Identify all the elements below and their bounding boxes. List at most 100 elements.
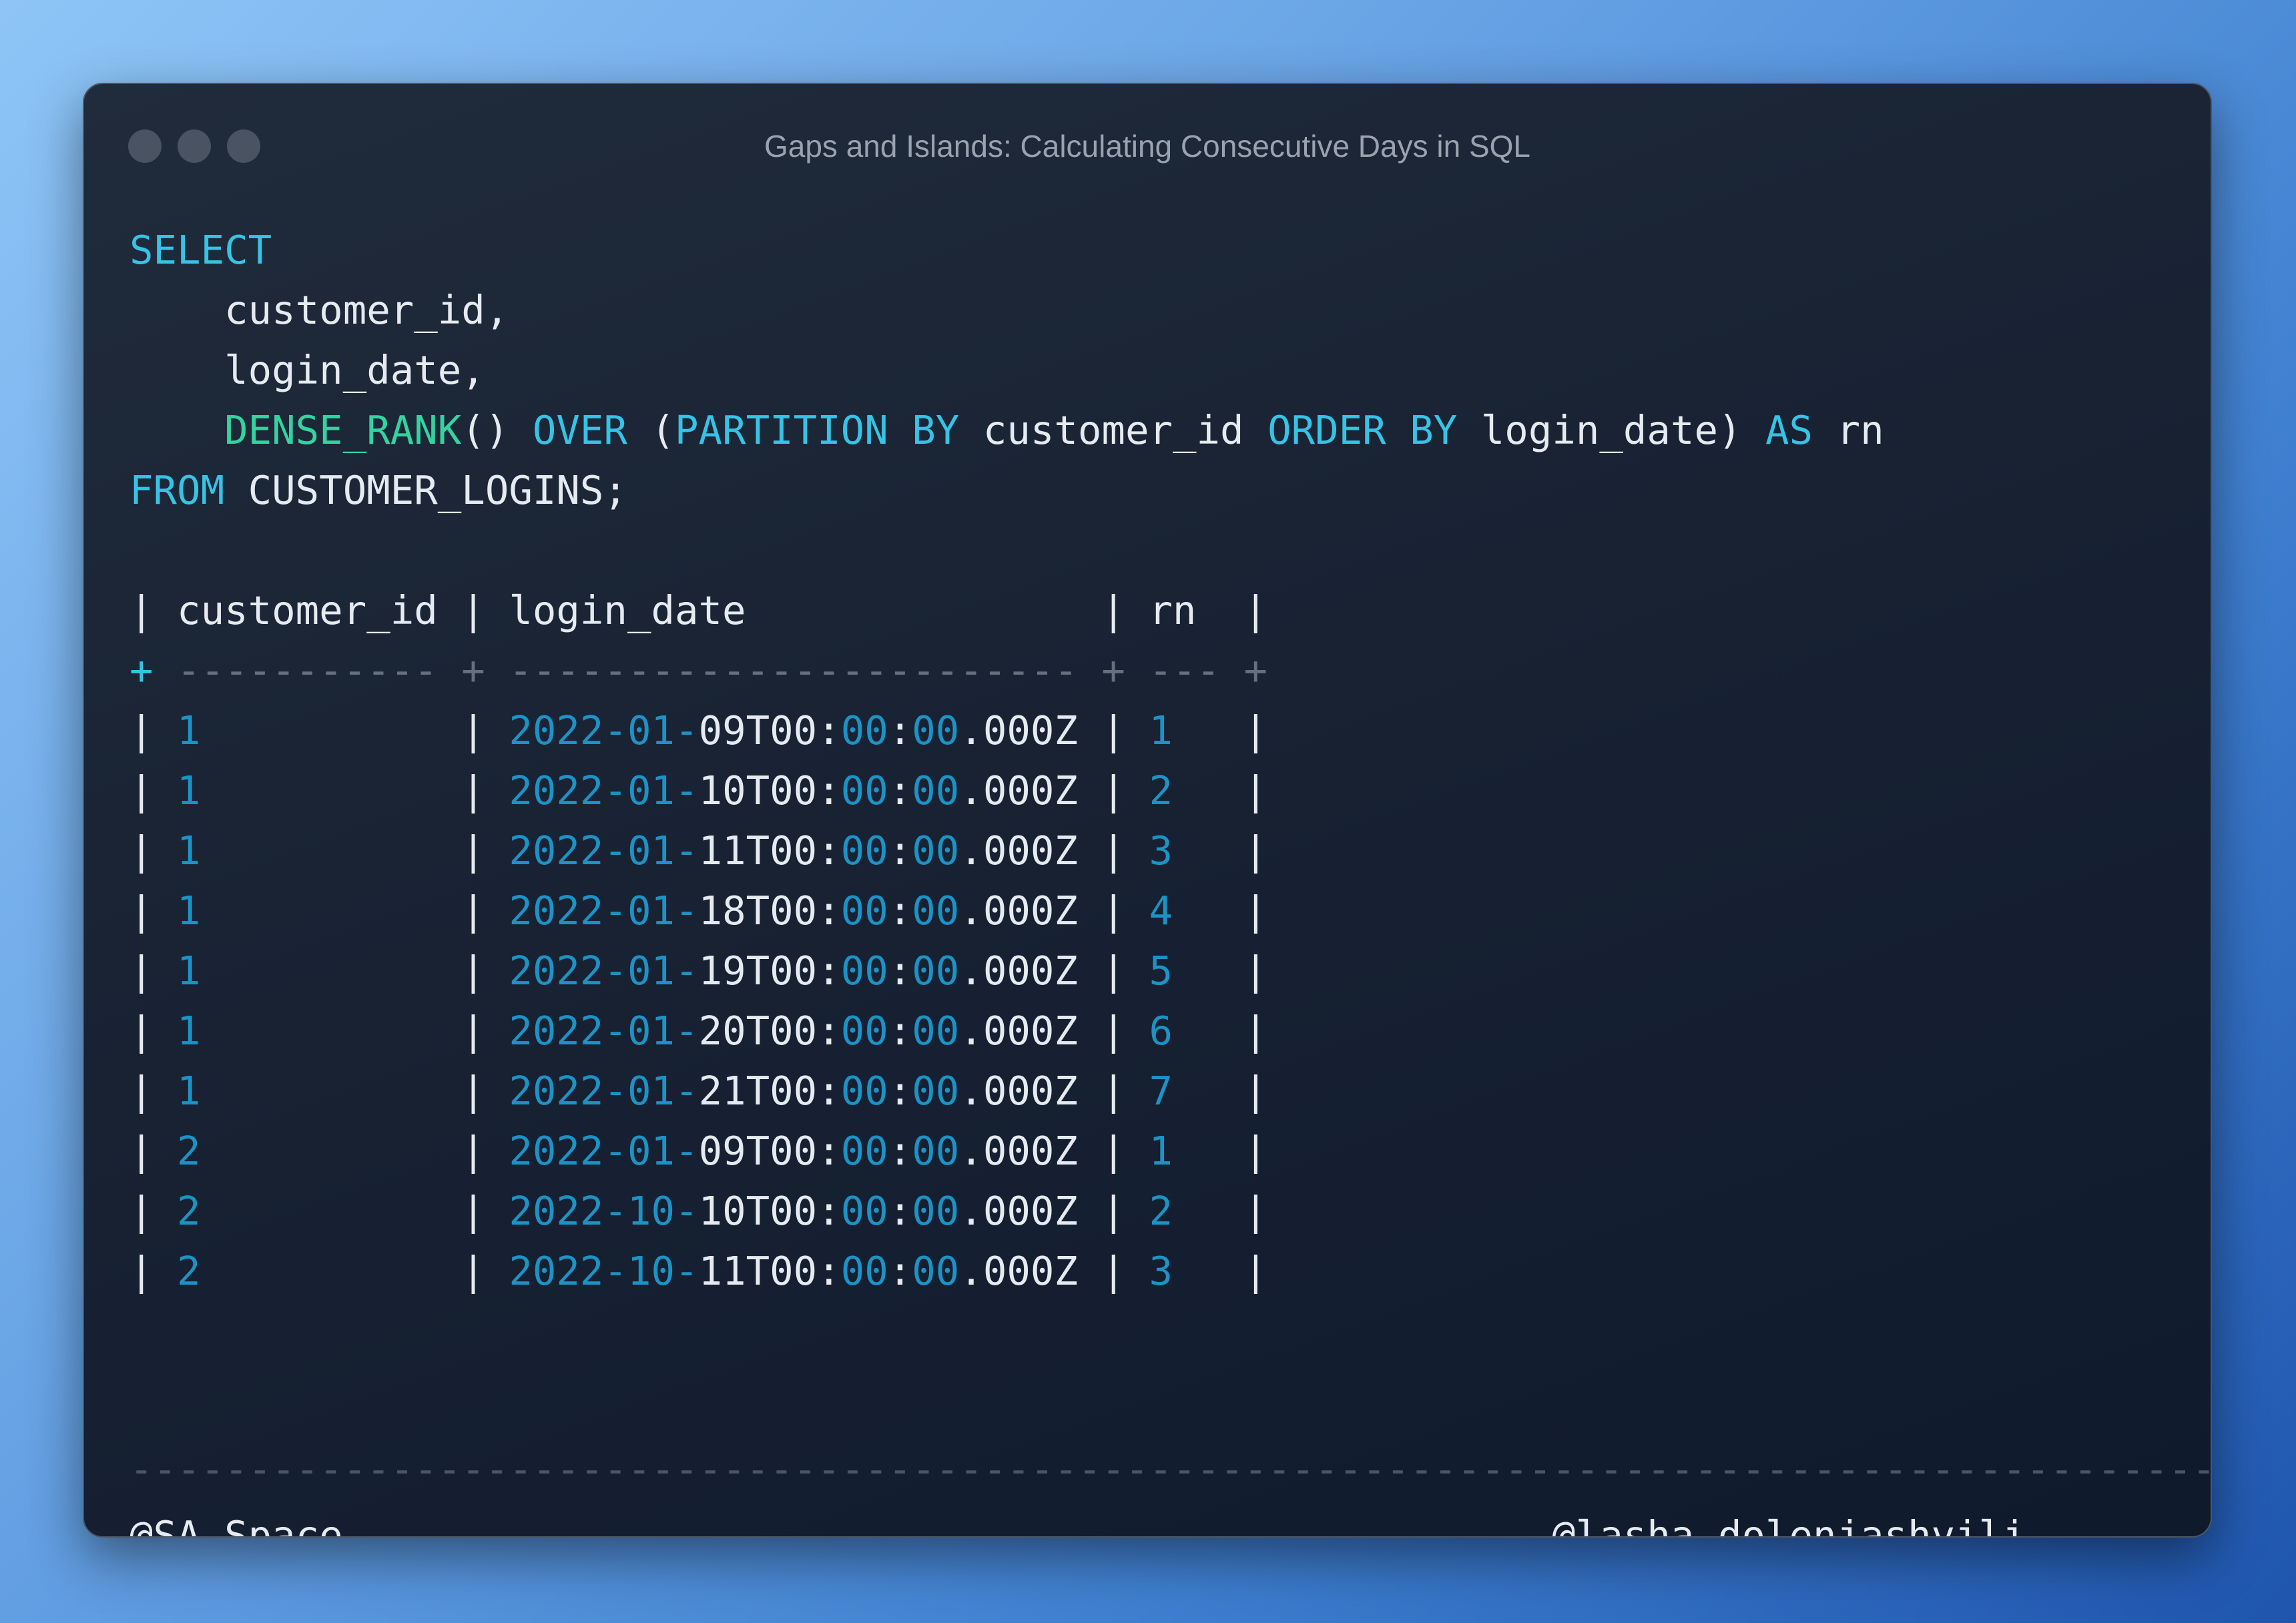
cell-date-month: 01 [627,767,675,814]
cell-rn: 7 [1149,1068,1173,1114]
cell-border: | [129,948,178,994]
cell-date-day-hour: 10T00 [698,1188,818,1234]
cell-date-millis: .000Z [959,828,1078,874]
cell-date-millis: .000Z [959,1008,1078,1054]
cell-border: | [129,767,178,814]
cell-date-second: 00 [912,767,960,814]
query-line: DENSE_RANK() OVER (PARTITION BY customer… [129,400,1884,460]
cell-date-year: 2022 [509,828,604,874]
sql-text: rn [1813,407,1884,453]
table-row: | 2 | 2022-01-09T00:00:00.000Z | 1 | [129,1121,1884,1181]
cell-border: | [129,1008,178,1054]
table-row: | 1 | 2022-01-09T00:00:00.000Z | 1 | [129,701,1884,761]
cell-border: | [1173,948,1268,994]
query-line: FROM CUSTOMER_LOGINS; [129,460,1884,521]
sql-text: customer_id [959,407,1268,453]
cell-date-colon: : [888,767,912,814]
cell-border: | [200,888,509,934]
cell-date-month: 01 [627,707,675,753]
cell-border: | [129,1128,178,1174]
cell-date-colon: : [888,707,912,753]
cell-customer-id: 1 [177,767,201,814]
cell-rn: 4 [1149,888,1173,934]
cell-date-second: 00 [912,1248,960,1294]
window-title: Gaps and Islands: Calculating Consecutiv… [764,129,1531,164]
cell-date-month: 01 [627,828,675,874]
footer-right-handle-last: dolenjashvili [1717,1512,2026,1538]
cell-date-year: 2022 [509,1188,604,1234]
footer-right-handle-hyphen: - [1694,1512,1718,1538]
cell-date-hyphen: - [675,1248,699,1294]
cell-date-minute: 00 [840,1188,888,1234]
cell-date-colon: : [817,948,841,994]
cell-date-year: 2022 [509,948,604,994]
cell-date-year: 2022 [509,1008,604,1054]
cell-date-hyphen: - [675,1128,699,1174]
cell-date-colon: : [817,1128,841,1174]
cell-date-minute: 00 [840,888,888,934]
cell-date-colon: : [817,1188,841,1234]
query-line: login_date, [129,340,1884,400]
cell-rn: 2 [1149,1188,1173,1234]
cell-date-day-hour: 10T00 [698,767,818,814]
table-row: | 2 | 2022-10-11T00:00:00.000Z | 3 | [129,1241,1884,1301]
cell-date-day-hour: 09T00 [698,1128,818,1174]
cell-rn: 2 [1149,767,1173,814]
cell-date-hyphen: - [603,1128,627,1174]
cell-date-hyphen: - [675,1008,699,1054]
cell-border: | [1077,767,1149,814]
sql-text: login_date, [129,347,485,393]
cell-date-millis: .000Z [959,1248,1078,1294]
cell-border: | [200,1128,509,1174]
cell-date-month: 01 [627,948,675,994]
cell-date-month: 10 [627,1188,675,1234]
cell-date-colon: : [888,1008,912,1054]
result-separator-segment: + [129,647,154,693]
cell-customer-id: 1 [177,888,201,934]
table-row: | 1 | 2022-01-21T00:00:00.000Z | 7 | [129,1061,1884,1121]
cell-date-minute: 00 [840,707,888,753]
cell-border: | [1077,948,1149,994]
cell-customer-id: 1 [177,828,201,874]
cell-border: | [1173,1248,1268,1294]
cell-border: | [1173,888,1268,934]
cell-date-hyphen: - [603,1248,627,1294]
cell-date-hyphen: - [675,828,699,874]
code-block: SELECT customer_id, login_date, DENSE_RA… [129,220,1884,1301]
cell-customer-id: 2 [177,1128,201,1174]
cell-date-colon: : [817,707,841,753]
cell-border: | [200,1068,509,1114]
cell-date-year: 2022 [509,1128,604,1174]
cell-date-month: 01 [627,1008,675,1054]
cell-date-millis: .000Z [959,707,1078,753]
cell-date-colon: : [817,1008,841,1054]
cell-date-day-hour: 19T00 [698,948,818,994]
cell-date-colon: : [817,767,841,814]
footer-dash-separator: - - - - - - - - - - - - - - - - - - - - … [342,1512,1552,1538]
cell-border: | [1077,1128,1149,1174]
cell-border: | [200,948,509,994]
cell-date-colon: : [817,1068,841,1114]
sql-text: customer_id, [129,287,509,333]
cell-date-minute: 00 [840,828,888,874]
cell-date-hyphen: - [603,1188,627,1234]
cell-border: | [1077,1008,1149,1054]
query-line: SELECT [129,220,1884,280]
cell-customer-id: 1 [177,707,201,753]
cell-date-second: 00 [912,1128,960,1174]
cell-border: | [200,1188,509,1234]
table-row: | 1 | 2022-01-18T00:00:00.000Z | 4 | [129,881,1884,941]
cell-border: | [1077,1188,1149,1234]
cell-border: | [1077,888,1149,934]
cell-date-second: 00 [912,888,960,934]
cell-date-hyphen: - [603,888,627,934]
cell-border: | [200,828,509,874]
cell-date-minute: 00 [840,767,888,814]
table-row: | 2 | 2022-10-10T00:00:00.000Z | 2 | [129,1181,1884,1241]
cell-date-second: 00 [912,1008,960,1054]
cell-date-hyphen: - [675,767,699,814]
cell-customer-id: 2 [177,1248,201,1294]
table-row: | 1 | 2022-01-11T00:00:00.000Z | 3 | [129,821,1884,881]
cell-date-hyphen: - [675,707,699,753]
